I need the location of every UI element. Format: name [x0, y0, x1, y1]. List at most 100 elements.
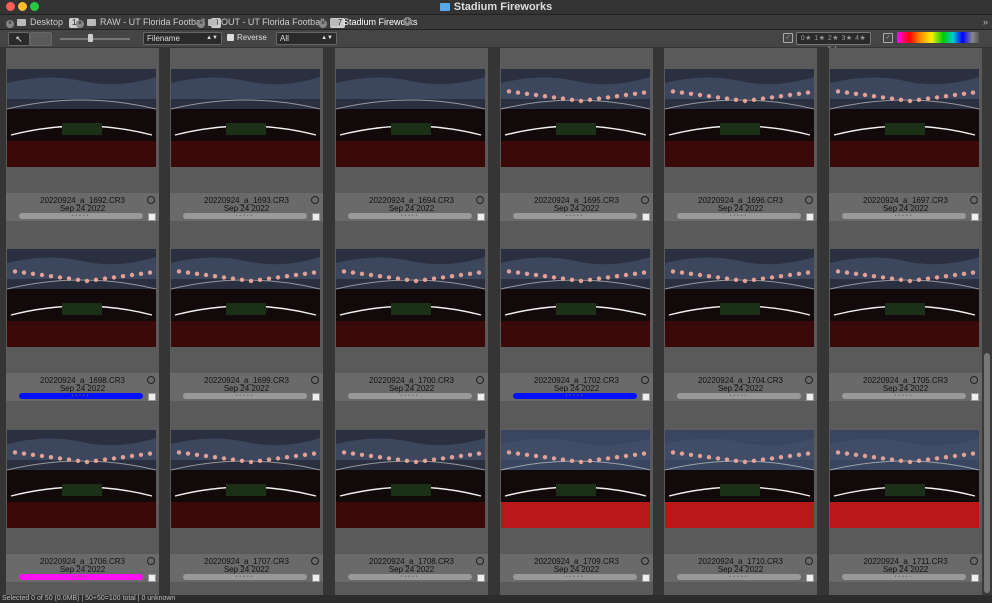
rating-label-bar[interactable]: ••••• — [183, 213, 307, 219]
select-circle-icon[interactable] — [476, 196, 484, 204]
tag-checkbox[interactable] — [806, 574, 814, 582]
select-circle-icon[interactable] — [147, 557, 155, 565]
thumbnail-image[interactable] — [501, 249, 650, 347]
thumbnail-image[interactable] — [501, 69, 650, 167]
rating-label-bar[interactable]: ••••• — [513, 213, 637, 219]
date-label: Sep 24 2022 — [717, 384, 764, 393]
select-circle-icon[interactable] — [476, 557, 484, 565]
rating-label-bar[interactable]: ••••• — [513, 574, 637, 580]
tag-checkbox[interactable] — [477, 574, 485, 582]
rating-label-bar[interactable]: ••••• — [348, 393, 472, 399]
tag-checkbox[interactable] — [642, 393, 650, 401]
rating-label-bar[interactable]: ••••• — [348, 574, 472, 580]
tag-checkbox[interactable] — [477, 393, 485, 401]
select-circle-icon[interactable] — [805, 196, 813, 204]
rating-label-bar[interactable]: ••••• — [677, 393, 801, 399]
date-label: Sep 24 2022 — [388, 204, 435, 213]
thumbnail-image[interactable] — [665, 249, 814, 347]
filter-select[interactable]: All ▲▼ — [276, 32, 337, 45]
select-circle-icon[interactable] — [147, 376, 155, 384]
thumbnail-image[interactable] — [336, 249, 485, 347]
tab-overflow-icon[interactable]: » — [983, 15, 988, 29]
color-label-filter[interactable] — [897, 32, 979, 43]
tag-checkbox[interactable] — [971, 213, 979, 221]
rating-label-bar[interactable]: ••••• — [19, 393, 143, 399]
rating-label-bar[interactable]: ••••• — [842, 393, 966, 399]
thumbnail-caption: 20220924_a_1698.CR3 Sep 24 2022 ••••• — [6, 373, 159, 401]
thumbnail-image[interactable] — [336, 430, 485, 528]
rating-label-bar[interactable]: ••••• — [513, 393, 637, 399]
thumbnail-image[interactable] — [7, 69, 156, 167]
slider-handle[interactable] — [88, 34, 93, 42]
hand-icon[interactable] — [30, 32, 52, 46]
thumbnail-image[interactable] — [171, 430, 320, 528]
tag-checkbox[interactable] — [642, 213, 650, 221]
tag-checkbox[interactable] — [477, 213, 485, 221]
select-circle-icon[interactable] — [641, 376, 649, 384]
thumbnail-image[interactable] — [7, 249, 156, 347]
thumbnail-image[interactable] — [665, 430, 814, 528]
thumbnail-image[interactable] — [830, 249, 979, 347]
select-circle-icon[interactable] — [641, 557, 649, 565]
tag-checkbox[interactable] — [312, 213, 320, 221]
tag-checkbox[interactable] — [148, 393, 156, 401]
rating-label-bar[interactable]: ••••• — [19, 213, 143, 219]
rating-label-bar[interactable]: ••••• — [19, 574, 143, 580]
rating-label-bar[interactable]: ••••• — [842, 213, 966, 219]
status-bar: Selected 0 of 50 (0.0MB) | 50+50=100 tot… — [0, 595, 992, 603]
thumbnail-image[interactable] — [665, 69, 814, 167]
rating-label-bar[interactable]: ••••• — [183, 574, 307, 580]
filter-icon[interactable]: ✓ — [783, 33, 793, 43]
select-circle-icon[interactable] — [311, 376, 319, 384]
tab-desktop[interactable]: × Desktop 1 — [6, 15, 80, 29]
thumbnail-image[interactable] — [171, 249, 320, 347]
rating-label-bar[interactable]: ••••• — [842, 574, 966, 580]
tab-bar: ×Desktop1 ×RAW - UT Florida Football3 ×O… — [0, 15, 992, 30]
select-circle-icon[interactable] — [641, 196, 649, 204]
thumbnail-image[interactable] — [830, 69, 979, 167]
color-filter-icon[interactable]: ✓ — [883, 33, 893, 43]
scrollbar[interactable] — [982, 48, 992, 595]
select-circle-icon[interactable] — [147, 196, 155, 204]
close-tab-icon[interactable]: × — [6, 20, 14, 28]
thumbnail-image[interactable] — [7, 430, 156, 528]
thumbnail-image[interactable] — [171, 69, 320, 167]
tag-checkbox[interactable] — [806, 213, 814, 221]
thumbnail-image[interactable] — [501, 430, 650, 528]
tag-checkbox[interactable] — [312, 574, 320, 582]
select-circle-icon[interactable] — [970, 376, 978, 384]
select-circle-icon[interactable] — [805, 376, 813, 384]
tag-checkbox[interactable] — [148, 574, 156, 582]
rating-label-bar[interactable]: ••••• — [677, 574, 801, 580]
thumbnail-image[interactable] — [336, 69, 485, 167]
close-tab-icon[interactable]: × — [319, 20, 327, 28]
rating-label-bar[interactable]: ••••• — [183, 393, 307, 399]
tag-checkbox[interactable] — [312, 393, 320, 401]
select-circle-icon[interactable] — [805, 557, 813, 565]
select-circle-icon[interactable] — [311, 196, 319, 204]
select-circle-icon[interactable] — [311, 557, 319, 565]
scrollbar-thumb[interactable] — [984, 353, 990, 593]
add-tab-button[interactable]: + — [403, 17, 412, 26]
close-tab-icon[interactable]: × — [197, 20, 205, 28]
select-circle-icon[interactable] — [970, 557, 978, 565]
date-label: Sep 24 2022 — [59, 565, 106, 574]
star-rating-filter[interactable]: 0★ 1★ 2★ 3★ 4★ 5★ — [796, 32, 871, 53]
thumbnail-size-slider[interactable] — [60, 38, 130, 40]
close-tab-icon[interactable]: × — [76, 20, 84, 28]
thumbnail-caption: 20220924_a_1711.CR3 Sep 24 2022 ••••• — [829, 554, 982, 582]
rating-label-bar[interactable]: ••••• — [677, 213, 801, 219]
folder-icon — [208, 19, 217, 26]
thumbnail-image[interactable] — [830, 430, 979, 528]
select-arrow-icon[interactable]: ↖ — [8, 32, 30, 46]
tag-checkbox[interactable] — [971, 393, 979, 401]
rating-label-bar[interactable]: ••••• — [348, 213, 472, 219]
reverse-checkbox[interactable] — [227, 34, 234, 41]
tag-checkbox[interactable] — [806, 393, 814, 401]
select-circle-icon[interactable] — [970, 196, 978, 204]
select-circle-icon[interactable] — [476, 376, 484, 384]
tag-checkbox[interactable] — [642, 574, 650, 582]
sort-select[interactable]: Filename ▲▼ — [143, 32, 222, 45]
tag-checkbox[interactable] — [148, 213, 156, 221]
tag-checkbox[interactable] — [971, 574, 979, 582]
